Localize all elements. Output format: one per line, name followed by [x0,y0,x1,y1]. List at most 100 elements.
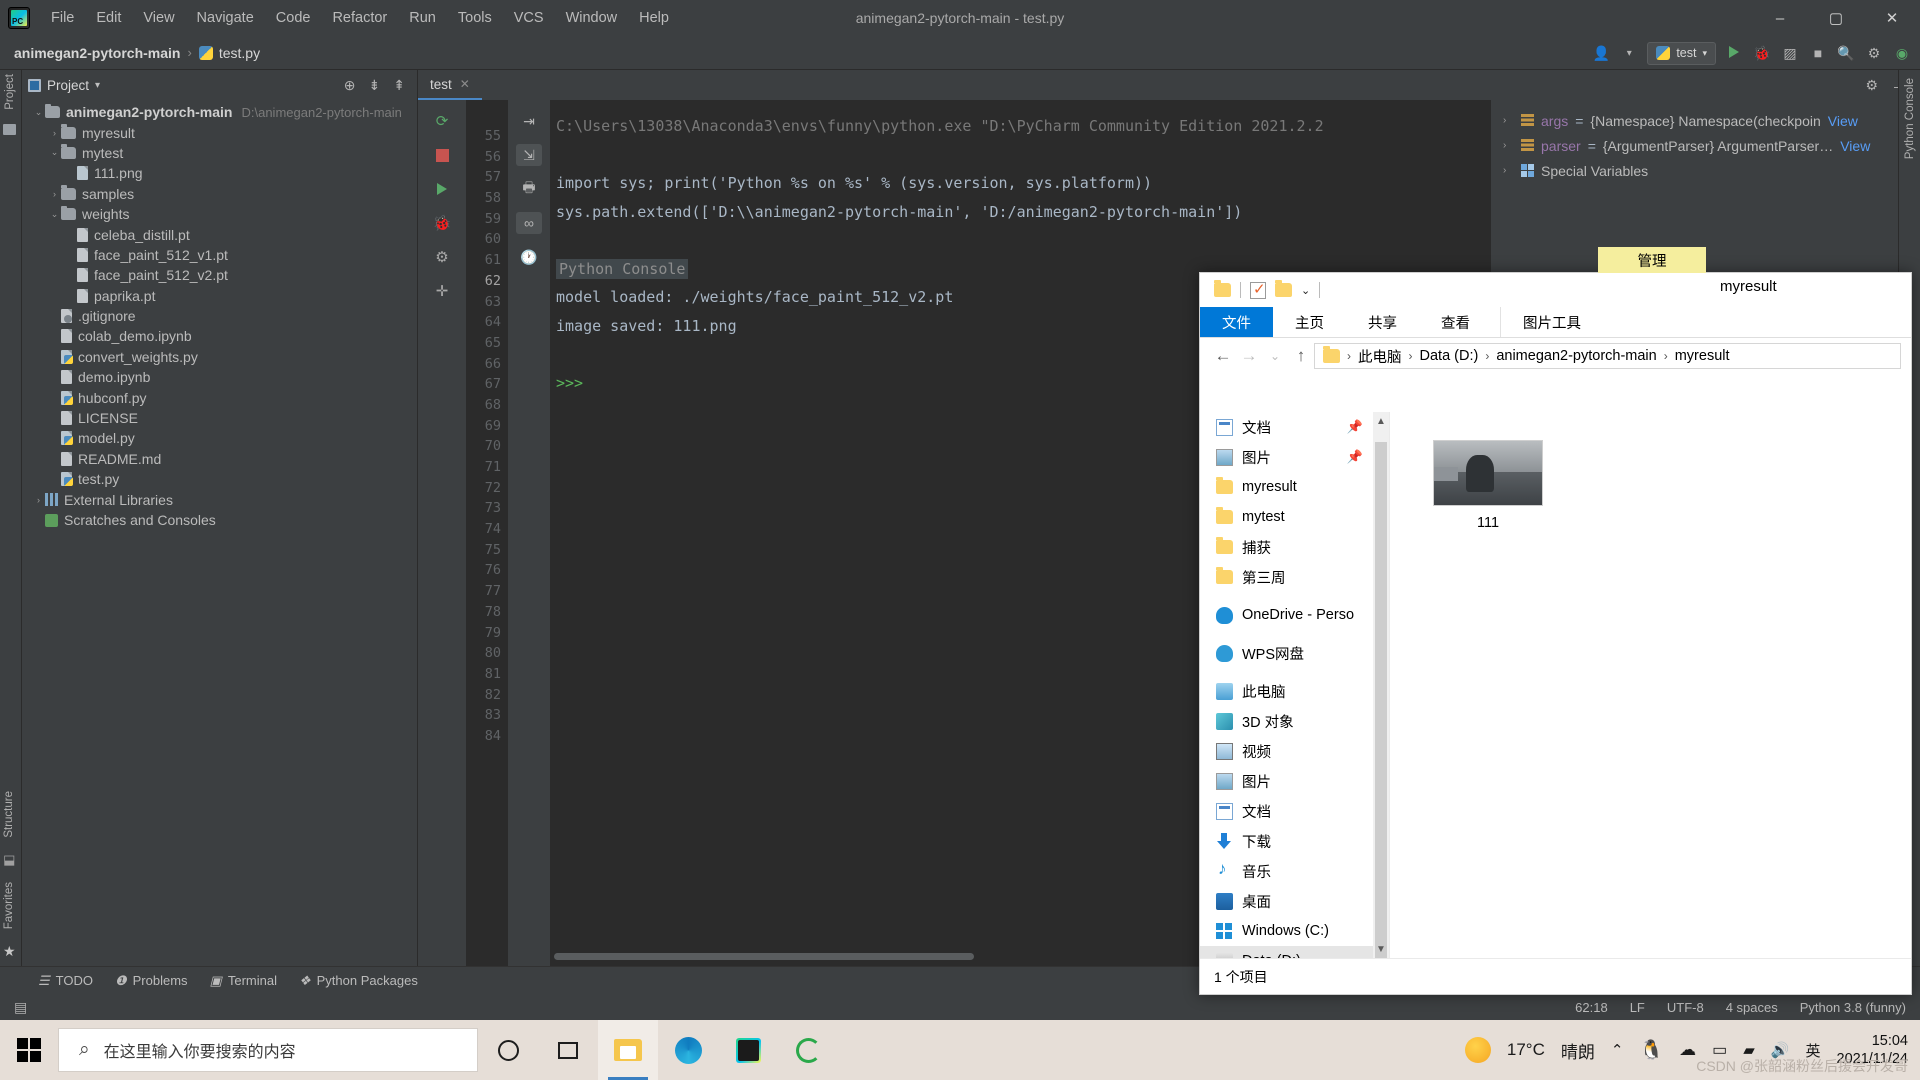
project-view-caret-icon[interactable]: ▾ [95,80,100,91]
console-horizontal-scrollbar[interactable] [554,953,974,960]
menu-item-refactor[interactable]: Refactor [321,6,398,30]
tree-node-mytest[interactable]: ⌄mytest [22,143,417,163]
indent-setting[interactable]: 4 spaces [1726,1000,1778,1015]
run-button[interactable] [1724,45,1744,61]
scroll-down-icon[interactable]: ▼ [1373,940,1389,958]
file-encoding[interactable]: UTF-8 [1667,1000,1704,1015]
file-list-pane[interactable]: 111 [1390,412,1911,958]
tree-node-scratches-and-consoles[interactable]: Scratches and Consoles [22,510,417,530]
start-button[interactable] [0,1020,58,1080]
view-variables-icon[interactable]: ∞ [516,212,542,234]
maximize-button[interactable]: ▢ [1808,0,1864,36]
tool-button-favorites[interactable]: Favorites [3,882,15,929]
tree-node-hubconf-py[interactable]: hubconf.py [22,387,417,407]
nav-item-myresult[interactable]: myresult [1200,472,1389,502]
menu-item-tools[interactable]: Tools [447,6,503,30]
user-icon[interactable]: 👤 [1591,45,1611,62]
nav-item--[interactable]: 图片 [1200,766,1389,796]
tree-node-license[interactable]: LICENSE [22,408,417,428]
tree-node-demo-ipynb[interactable]: demo.ipynb [22,367,417,387]
chevron-up-icon[interactable]: ⌃ [1611,1041,1624,1059]
menu-item-view[interactable]: View [132,6,185,30]
weather-temperature[interactable]: 17°C [1507,1040,1545,1060]
tree-node--gitignore[interactable]: .gitignore [22,306,417,326]
scroll-to-end-icon[interactable]: ⇲ [516,144,542,166]
ribbon-tab-home[interactable]: 主页 [1273,307,1346,337]
properties-icon[interactable] [1250,282,1266,299]
ribbon-tab-share[interactable]: 共享 [1346,307,1419,337]
nav-item-windows-c-[interactable]: Windows (C:) [1200,916,1389,946]
variable-expand-arrow[interactable]: › [1503,165,1514,176]
nav-item--[interactable]: 此电脑 [1200,676,1389,706]
rerun-icon[interactable]: ⟳ [430,111,454,131]
print-icon[interactable]: 🖶 [516,178,542,200]
nav-item-onedrive-perso[interactable]: OneDrive - Perso [1200,600,1389,630]
nav-item--[interactable]: 视频 [1200,736,1389,766]
wps-icon[interactable] [778,1020,838,1080]
navigation-scrollbar[interactable]: ▲ ▼ [1373,412,1389,958]
updates-icon[interactable]: ◉ [1892,45,1912,62]
tree-node-myresult[interactable]: ›myresult [22,122,417,142]
menu-item-window[interactable]: Window [555,6,629,30]
menu-item-edit[interactable]: Edit [85,6,132,30]
menu-item-navigate[interactable]: Navigate [186,6,265,30]
run-configuration-selector[interactable]: test ▾ [1647,42,1716,65]
tree-node-samples[interactable]: ›samples [22,184,417,204]
up-button[interactable]: ↑ [1288,343,1314,369]
qq-icon[interactable]: 🐧 [1639,1038,1663,1062]
variable-row-parser[interactable]: ›parser={ArgumentParser} ArgumentParser…… [1491,133,1920,158]
tab-close-icon[interactable]: ✕ [460,77,470,91]
ribbon-tab-file[interactable]: 文件 [1200,307,1273,337]
nav-item-3d-[interactable]: 3D 对象 [1200,706,1389,736]
ribbon-tab-view[interactable]: 查看 [1419,307,1492,337]
nav-item-data-d-[interactable]: Data (D:) [1200,946,1389,958]
minimize-button[interactable]: – [1752,0,1808,36]
coverage-button[interactable]: ▨ [1780,45,1800,62]
caret-position[interactable]: 62:18 [1575,1000,1608,1015]
manage-contextual-tab[interactable]: 管理 [1598,247,1706,273]
tree-node-111-png[interactable]: 111.png [22,163,417,183]
gear-icon[interactable]: ⚙ [430,247,454,267]
menu-item-run[interactable]: Run [398,6,447,30]
weather-description[interactable]: 晴朗 [1561,1038,1595,1063]
variable-row-special-variables[interactable]: ›Special Variables [1491,158,1920,183]
nav-item-wps-[interactable]: WPS网盘 [1200,638,1389,668]
tree-expand-arrow[interactable]: › [48,189,61,199]
taskbar-search-box[interactable]: ⌕ 在这里输入你要搜索的内容 [58,1028,478,1072]
variable-view-link[interactable]: View [1828,113,1858,129]
nav-item--[interactable]: 下载 [1200,826,1389,856]
settings-gear-icon[interactable]: ⚙ [1864,45,1884,62]
tool-button-structure[interactable]: Structure [3,791,15,838]
address-part-project[interactable]: animegan2-pytorch-main [1496,348,1656,364]
tree-node-face-paint-512-v2-pt[interactable]: face_paint_512_v2.pt [22,265,417,285]
nav-item--[interactable]: 第三周 [1200,562,1389,592]
tree-expand-arrow[interactable]: ⌄ [48,209,61,220]
tree-node-readme-md[interactable]: README.md [22,449,417,469]
python-interpreter[interactable]: Python 3.8 (funny) [1800,1000,1906,1015]
address-part-myresult[interactable]: myresult [1675,348,1730,364]
history-icon[interactable]: 🕐 [516,246,542,268]
menu-item-file[interactable]: File [40,6,85,30]
tree-node-colab-demo-ipynb[interactable]: colab_demo.ipynb [22,326,417,346]
tool-button-python-console[interactable]: Python Console [1904,78,1916,159]
file-explorer-icon[interactable] [598,1020,658,1080]
collapse-all-icon[interactable]: ⇞ [393,77,405,94]
variable-expand-arrow[interactable]: › [1503,140,1514,151]
event-log-icon[interactable]: ▤ [14,999,27,1016]
debug-icon[interactable]: 🐞 [430,213,454,233]
tool-button-project[interactable]: Project [4,74,16,110]
ribbon-tab-picture-tools[interactable]: 图片工具 [1500,307,1603,337]
chevron-down-icon[interactable]: ▾ [1619,48,1639,59]
forward-button[interactable]: → [1236,343,1262,369]
breadcrumb-file[interactable]: test.py [199,45,260,61]
cortana-icon[interactable] [478,1020,538,1080]
tree-expand-arrow[interactable]: ⌄ [32,107,45,118]
menu-item-code[interactable]: Code [265,6,322,30]
tree-node-test-py[interactable]: test.py [22,469,417,489]
tree-expand-arrow[interactable]: ⌄ [48,147,61,158]
tree-node-external-libraries[interactable]: ›External Libraries [22,489,417,509]
variable-view-link[interactable]: View [1840,138,1870,154]
tool-button-problems[interactable]: ❶Problems [115,973,188,989]
expand-all-icon[interactable]: ⇟ [369,77,381,94]
file-item-111[interactable]: 111 [1424,440,1552,531]
